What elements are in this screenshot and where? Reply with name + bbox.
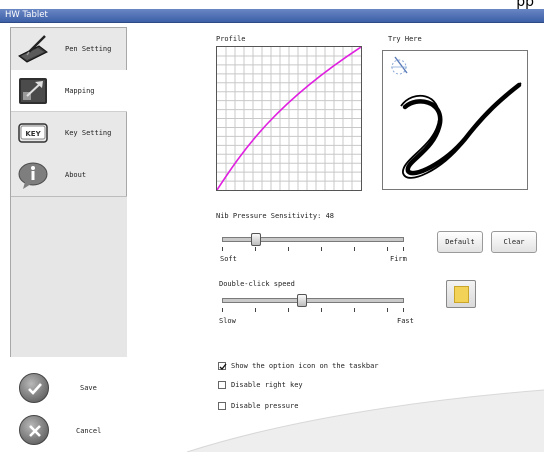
- sidebar-item-about[interactable]: About: [11, 154, 127, 196]
- sidebar-item-label: Pen Setting: [65, 45, 112, 53]
- save-button[interactable]: [19, 373, 49, 403]
- tick-mark: [255, 247, 256, 251]
- sample-stroke: [391, 56, 522, 179]
- info-speech-icon: [18, 162, 48, 189]
- folder-icon: [454, 286, 469, 303]
- key-icon: KEY: [18, 123, 48, 143]
- decorative-swoosh: [186, 389, 544, 452]
- tick-mark: [387, 247, 388, 251]
- sidebar-empty-area: [11, 196, 127, 357]
- nib-max-label: Firm: [390, 255, 407, 263]
- nib-min-label: Soft: [220, 255, 237, 263]
- sidebar-item-mapping[interactable]: Mapping: [11, 70, 127, 112]
- tick-mark: [288, 247, 289, 251]
- nib-pressure-slider-track[interactable]: [222, 237, 404, 242]
- profile-label: Profile: [216, 35, 246, 43]
- pressure-profile-graph[interactable]: [216, 46, 362, 191]
- nib-pressure-label: Nib Pressure Sensitivity: 48: [216, 212, 335, 220]
- double-click-test-folder[interactable]: [446, 280, 476, 308]
- sidebar-item-label: About: [65, 171, 87, 179]
- nib-pressure-slider-thumb[interactable]: [251, 233, 262, 246]
- mapping-icon: [19, 78, 47, 104]
- double-click-slider-thumb[interactable]: [297, 294, 307, 307]
- tablet-settings-window: pp HW Tablet Pen Setting Mapping KEY Key…: [0, 0, 544, 452]
- double-click-label: Double-click speed: [219, 280, 295, 288]
- title-bar[interactable]: HW Tablet: [0, 9, 544, 23]
- svg-text:KEY: KEY: [25, 130, 41, 138]
- tick-mark: [288, 308, 289, 312]
- checkmark-icon: [28, 383, 42, 395]
- tick-mark: [387, 308, 388, 312]
- tick-mark: [403, 247, 404, 251]
- sidebar-item-label: Mapping: [65, 87, 95, 95]
- cancel-label: Cancel: [76, 427, 102, 435]
- double-click-slider-track[interactable]: [222, 298, 404, 303]
- sidebar-item-key-setting[interactable]: KEY Key Setting: [11, 112, 127, 154]
- tick-mark: [354, 247, 355, 251]
- sidebar: Pen Setting Mapping KEY Key Setting Abou…: [10, 27, 127, 357]
- window-title: HW Tablet: [5, 10, 48, 20]
- tick-mark: [354, 308, 355, 312]
- tick-mark: [255, 308, 256, 312]
- try-here-label: Try Here: [388, 35, 422, 43]
- tick-mark: [222, 308, 223, 312]
- sidebar-item-pen-setting[interactable]: Pen Setting: [11, 28, 127, 70]
- default-button[interactable]: Default: [437, 231, 483, 253]
- pen-cursor-icon: [391, 56, 408, 75]
- sidebar-item-label: Key Setting: [65, 129, 112, 137]
- cancel-button[interactable]: [19, 415, 49, 445]
- double-click-min-label: Slow: [219, 317, 236, 325]
- try-here-canvas[interactable]: [382, 50, 528, 190]
- double-click-max-label: Fast: [397, 317, 414, 325]
- tick-mark: [321, 247, 322, 251]
- tick-mark: [403, 308, 404, 312]
- pen-tablet-icon: [18, 35, 48, 63]
- profile-grid: [216, 46, 362, 191]
- close-icon: [29, 425, 41, 437]
- tick-mark: [321, 308, 322, 312]
- tick-mark: [222, 247, 223, 251]
- clear-button[interactable]: Clear: [491, 231, 537, 253]
- save-label: Save: [80, 384, 97, 392]
